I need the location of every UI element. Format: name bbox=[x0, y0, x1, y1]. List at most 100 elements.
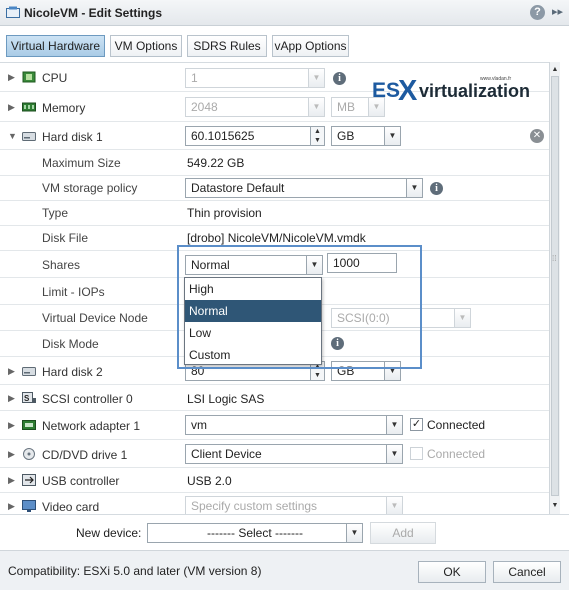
scrollbar-thumb[interactable] bbox=[551, 76, 559, 496]
cd-dvd-connected-checkbox[interactable] bbox=[410, 447, 423, 460]
storage-policy-label: VM storage policy bbox=[42, 181, 138, 195]
shares-value-input[interactable]: 1000 bbox=[327, 253, 397, 273]
ok-button[interactable]: OK bbox=[418, 561, 486, 583]
info-icon[interactable]: i bbox=[430, 182, 443, 195]
tab-vm-options[interactable]: VM Options bbox=[110, 35, 182, 57]
cpu-count-select[interactable]: 1 ▼ bbox=[185, 68, 325, 88]
type-value: Thin provision bbox=[187, 206, 262, 220]
expand-icon[interactable]: ▸▸ bbox=[552, 5, 563, 18]
tab-virtual-hardware[interactable]: Virtual Hardware bbox=[6, 35, 105, 57]
type-label: Type bbox=[42, 206, 69, 220]
usb-controller-label: USB controller bbox=[42, 474, 120, 488]
shares-level-select[interactable]: Normal ▼ bbox=[185, 255, 323, 275]
cd-dvd-select[interactable]: Client Device ▼ bbox=[185, 444, 403, 464]
shares-dropdown-list: High Normal Low Custom bbox=[184, 277, 322, 365]
scsi-controller-value: LSI Logic SAS bbox=[187, 392, 265, 406]
cd-dvd-label: CD/DVD drive 1 bbox=[42, 448, 128, 462]
info-icon[interactable]: i bbox=[331, 337, 344, 350]
memory-size-input[interactable]: 2048 ▼ bbox=[185, 97, 325, 117]
new-device-bar: New device: ------- Select ------- ▼ Add bbox=[0, 514, 569, 550]
new-device-label: New device: bbox=[76, 526, 142, 540]
scroll-down-icon[interactable]: ▼ bbox=[550, 500, 560, 512]
row-type: Type Thin provision bbox=[0, 201, 549, 226]
hard-disk-1-label: Hard disk 1 bbox=[42, 130, 103, 144]
expand-chevron-icon[interactable]: ▶ bbox=[8, 102, 15, 113]
svg-text:ES: ES bbox=[372, 79, 400, 102]
memory-icon bbox=[22, 102, 36, 112]
row-disk-file: Disk File [drobo] NicoleVM/NicoleVM.vmdk bbox=[0, 226, 549, 251]
shares-label: Shares bbox=[42, 258, 81, 272]
disk-mode-label: Disk Mode bbox=[42, 337, 99, 351]
cpu-label: CPU bbox=[42, 71, 68, 85]
virtual-device-node-label: Virtual Device Node bbox=[42, 311, 148, 325]
disk-file-value: [drobo] NicoleVM/NicoleVM.vmdk bbox=[187, 231, 366, 245]
video-card-label: Video card bbox=[42, 500, 100, 514]
expand-chevron-icon[interactable]: ▶ bbox=[8, 366, 15, 377]
video-card-select[interactable]: Specify custom settings ▼ bbox=[185, 496, 403, 514]
shares-option-normal[interactable]: Normal bbox=[185, 300, 321, 322]
scroll-up-icon[interactable]: ▲ bbox=[550, 64, 560, 76]
title-bar: NicoleVM - Edit Settings ? ▸▸ bbox=[0, 0, 569, 26]
scsi-controller-label: SCSI controller 0 bbox=[42, 392, 133, 406]
row-usb-controller: ▶ USB controller USB 2.0 bbox=[0, 468, 549, 493]
shares-option-custom[interactable]: Custom bbox=[185, 344, 321, 366]
hard-disk-2-label: Hard disk 2 bbox=[42, 365, 103, 379]
hard-disk-1-unit-select[interactable]: GB ▼ bbox=[331, 126, 401, 146]
limit-iops-label: Limit - IOPs bbox=[42, 285, 105, 299]
compatibility-text: Compatibility: ESXi 5.0 and later (VM ve… bbox=[8, 564, 262, 578]
vm-icon bbox=[6, 6, 20, 18]
network-adapter-icon bbox=[22, 420, 36, 430]
hard-disk-icon bbox=[22, 367, 36, 376]
shares-option-high[interactable]: High bbox=[185, 278, 321, 300]
add-device-button[interactable]: Add bbox=[370, 522, 436, 544]
row-scsi-controller: ▶ S SCSI controller 0 LSI Logic SAS bbox=[0, 385, 549, 411]
disk-file-label: Disk File bbox=[42, 231, 89, 245]
cpu-icon bbox=[22, 71, 36, 83]
esx-virtualization-logo: ES X virtualization www.vladan.fr bbox=[372, 75, 530, 102]
svg-text:S: S bbox=[24, 394, 30, 403]
tab-sdrs-rules[interactable]: SDRS Rules bbox=[187, 35, 267, 57]
shares-option-low[interactable]: Low bbox=[185, 322, 321, 344]
collapse-chevron-icon[interactable]: ▼ bbox=[8, 131, 17, 141]
svg-text:www.vladan.fr: www.vladan.fr bbox=[480, 76, 511, 82]
network-select[interactable]: vm ▼ bbox=[185, 415, 403, 435]
hard-disk-icon bbox=[22, 132, 36, 141]
hard-disk-1-size-input[interactable]: 60.1015625 ▲ ▼ bbox=[185, 126, 325, 146]
remove-device-icon[interactable]: ✕ bbox=[530, 129, 544, 143]
expand-chevron-icon[interactable]: ▶ bbox=[8, 393, 15, 404]
resize-gripper-icon[interactable]: ⁞⁞ bbox=[552, 254, 556, 263]
expand-chevron-icon[interactable]: ▶ bbox=[8, 475, 15, 486]
virtual-device-node-select[interactable]: SCSI(0:0) ▼ bbox=[331, 308, 471, 328]
row-network-adapter: ▶ Network adapter 1 vm ▼ ✓ Connected bbox=[0, 411, 549, 440]
window-title: NicoleVM - Edit Settings bbox=[24, 6, 163, 20]
help-icon[interactable]: ? bbox=[530, 5, 545, 20]
video-card-icon bbox=[22, 500, 36, 512]
usb-controller-value: USB 2.0 bbox=[187, 474, 232, 488]
cd-dvd-icon bbox=[23, 448, 35, 460]
network-adapter-label: Network adapter 1 bbox=[42, 419, 141, 433]
network-connected-checkbox[interactable]: ✓ bbox=[410, 418, 423, 431]
cancel-button[interactable]: Cancel bbox=[493, 561, 561, 583]
svg-text:virtualization: virtualization bbox=[419, 81, 530, 101]
svg-text:X: X bbox=[398, 75, 418, 102]
row-cd-dvd-drive: ▶ CD/DVD drive 1 Client Device ▼ Connecte… bbox=[0, 440, 549, 468]
expand-chevron-icon[interactable]: ▶ bbox=[8, 449, 15, 460]
row-shares: Shares Normal ▼ 1000 bbox=[0, 251, 549, 278]
row-hard-disk-1: ▼ Hard disk 1 60.1015625 ▲ ▼ GB ▼ ✕ bbox=[0, 122, 549, 150]
maximum-size-label: Maximum Size bbox=[42, 156, 121, 170]
footer-bar: Compatibility: ESXi 5.0 and later (VM ve… bbox=[0, 550, 569, 590]
row-storage-policy: VM storage policy Datastore Default ▼ i bbox=[0, 176, 549, 201]
scsi-controller-icon: S bbox=[22, 392, 36, 403]
vertical-scrollbar[interactable]: ▲ ▼ bbox=[549, 62, 560, 514]
new-device-select[interactable]: ------- Select ------- ▼ bbox=[147, 523, 363, 543]
info-icon[interactable]: i bbox=[333, 72, 346, 85]
expand-chevron-icon[interactable]: ▶ bbox=[8, 420, 15, 431]
hard-disk-2-unit-select[interactable]: GB ▼ bbox=[331, 361, 401, 381]
storage-policy-select[interactable]: Datastore Default ▼ bbox=[185, 178, 423, 198]
row-maximum-size: Maximum Size 549.22 GB bbox=[0, 150, 549, 176]
cd-dvd-connected-label: Connected bbox=[427, 447, 486, 461]
network-connected-label: Connected bbox=[427, 418, 486, 432]
expand-chevron-icon[interactable]: ▶ bbox=[8, 501, 15, 512]
expand-chevron-icon[interactable]: ▶ bbox=[8, 72, 15, 83]
tab-vapp-options[interactable]: vApp Options bbox=[272, 35, 349, 57]
